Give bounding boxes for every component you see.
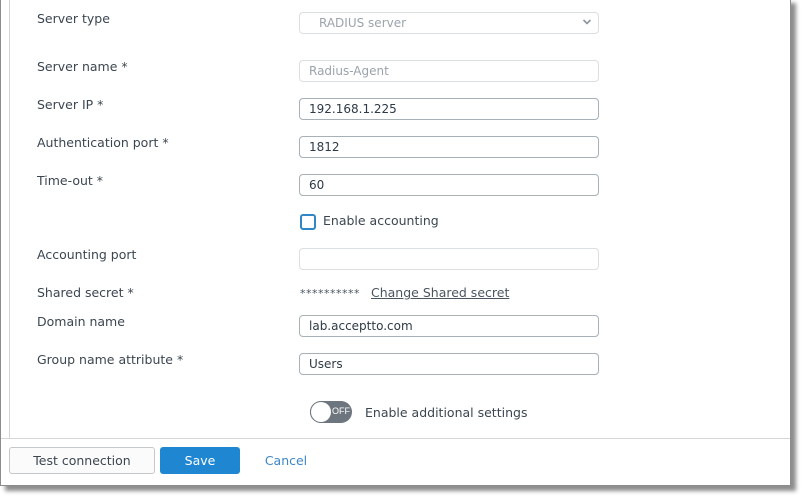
accounting-port-input[interactable]: [299, 248, 599, 270]
server-type-select[interactable]: RADIUS server: [299, 12, 599, 34]
server-type-label: Server type: [37, 11, 110, 26]
server-ip-input[interactable]: [299, 98, 599, 120]
additional-settings-label: Enable additional settings: [365, 405, 528, 420]
timeout-label: Time-out *: [37, 173, 104, 188]
chevron-down-icon: [582, 19, 592, 25]
enable-accounting-label: Enable accounting: [323, 213, 439, 228]
change-shared-secret-link[interactable]: Change Shared secret: [371, 285, 509, 300]
group-name-attribute-input[interactable]: [299, 353, 599, 375]
timeout-input[interactable]: [299, 174, 599, 196]
additional-settings-toggle[interactable]: OFF: [310, 401, 352, 423]
group-name-attribute-label: Group name attribute *: [37, 352, 184, 367]
domain-name-input[interactable]: [299, 315, 599, 337]
test-connection-button[interactable]: Test connection: [9, 447, 155, 474]
auth-port-input[interactable]: [299, 136, 599, 158]
enable-accounting-checkbox[interactable]: [300, 214, 316, 230]
domain-name-label: Domain name: [37, 314, 125, 329]
shared-secret-label: Shared secret *: [37, 285, 134, 300]
footer-divider: [1, 438, 790, 439]
cancel-button[interactable]: Cancel: [251, 447, 321, 474]
server-ip-label: Server IP *: [37, 97, 104, 112]
server-name-input[interactable]: [299, 60, 599, 82]
shared-secret-masked: **********: [300, 287, 360, 300]
accounting-port-label: Accounting port: [37, 247, 137, 262]
left-divider: [9, 0, 10, 439]
radius-server-dialog: Server type RADIUS server Server name * …: [0, 0, 791, 486]
server-type-value: RADIUS server: [319, 16, 407, 30]
save-button[interactable]: Save: [160, 447, 240, 474]
auth-port-label: Authentication port *: [37, 135, 169, 150]
toggle-knob: [311, 402, 331, 422]
server-name-label: Server name *: [37, 59, 128, 74]
toggle-state-text: OFF: [332, 406, 350, 416]
